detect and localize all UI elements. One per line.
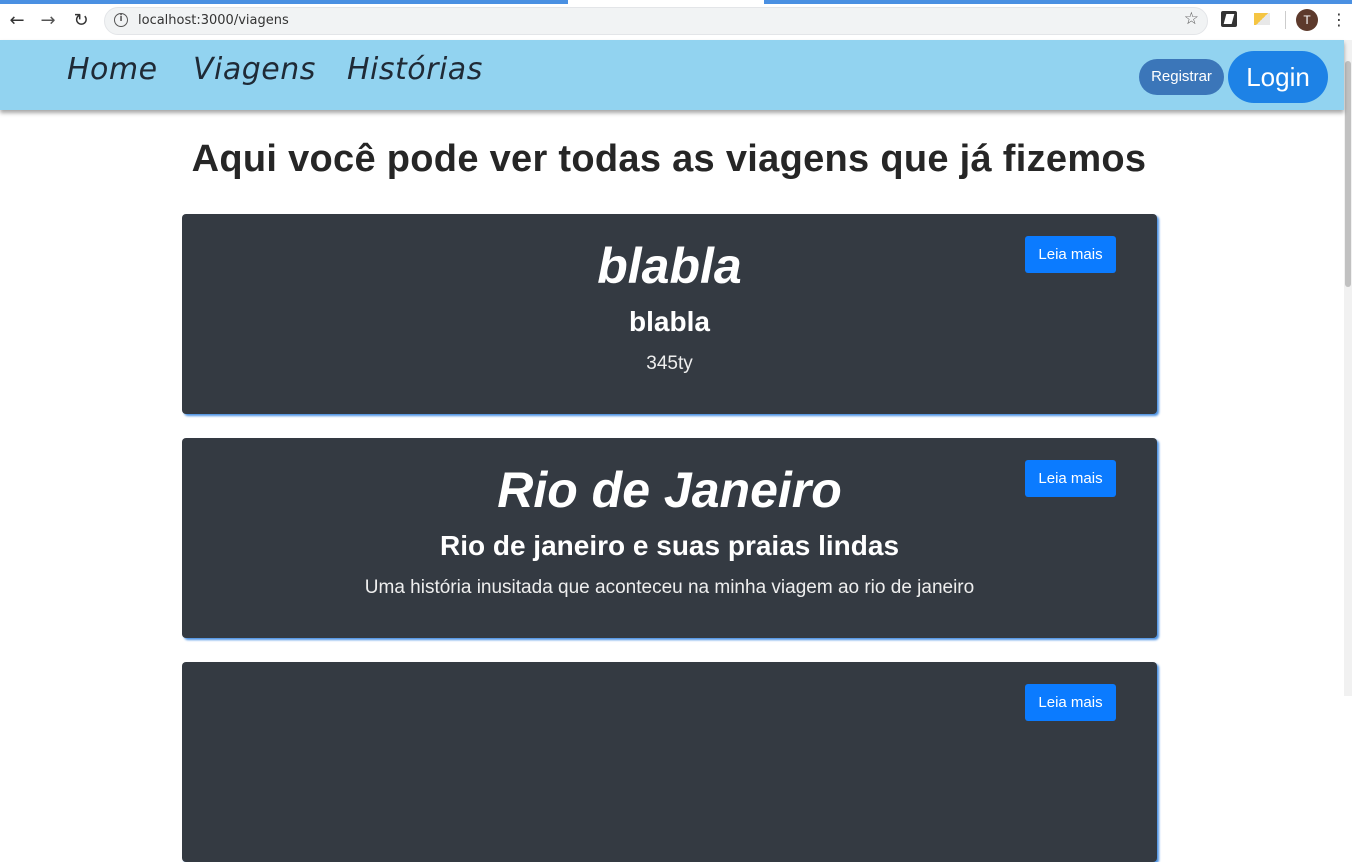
- trip-card: Leia mais: [182, 662, 1157, 862]
- address-bar[interactable]: i localhost:3000/viagens ☆: [104, 7, 1208, 35]
- read-more-button[interactable]: Leia mais: [1025, 684, 1116, 721]
- card-subtitle: Rio de janeiro e suas praias lindas: [439, 530, 900, 561]
- back-arrow-icon[interactable]: ←: [6, 10, 28, 32]
- card-title: Rio de Janeiro: [497, 462, 842, 518]
- read-more-button[interactable]: Leia mais: [1025, 460, 1116, 497]
- trip-card: blabla blabla 345ty Leia mais: [182, 214, 1157, 414]
- card-description: 345ty: [646, 353, 693, 374]
- nav-link-home[interactable]: Home: [67, 52, 158, 87]
- site-navbar: Home Viagens Histórias Registrar Login: [0, 40, 1344, 110]
- card-title: blabla: [597, 238, 742, 294]
- page-scrollbar[interactable]: [1344, 40, 1352, 696]
- browser-toolbar: ← → ↻ i localhost:3000/viagens ☆ T ⋮: [0, 0, 1352, 41]
- page-title: Aqui você pode ver todas as viagens que …: [191, 138, 1147, 180]
- toolbar-divider: [1285, 11, 1286, 29]
- bookmark-star-icon[interactable]: ☆: [1184, 9, 1199, 29]
- menu-dots-icon[interactable]: ⋮: [1331, 9, 1347, 31]
- url-text[interactable]: localhost:3000/viagens: [138, 13, 289, 28]
- login-button[interactable]: Login: [1228, 51, 1328, 103]
- scrollbar-thumb[interactable]: [1345, 61, 1351, 287]
- profile-avatar[interactable]: T: [1296, 9, 1318, 31]
- forward-arrow-icon[interactable]: →: [37, 10, 59, 32]
- card-description: Uma história inusitada que aconteceu na …: [364, 577, 975, 598]
- trip-card: Rio de Janeiro Rio de janeiro e suas pra…: [182, 438, 1157, 638]
- card-subtitle: blabla: [629, 306, 710, 337]
- extension-icon[interactable]: [1221, 11, 1237, 27]
- reload-icon[interactable]: ↻: [70, 10, 92, 32]
- info-icon[interactable]: i: [114, 13, 128, 27]
- nav-link-historias[interactable]: Histórias: [347, 52, 483, 87]
- extension-icon[interactable]: [1254, 11, 1270, 27]
- register-button[interactable]: Registrar: [1139, 59, 1224, 95]
- nav-link-viagens[interactable]: Viagens: [193, 52, 316, 87]
- read-more-button[interactable]: Leia mais: [1025, 236, 1116, 273]
- active-tab[interactable]: [568, 0, 764, 4]
